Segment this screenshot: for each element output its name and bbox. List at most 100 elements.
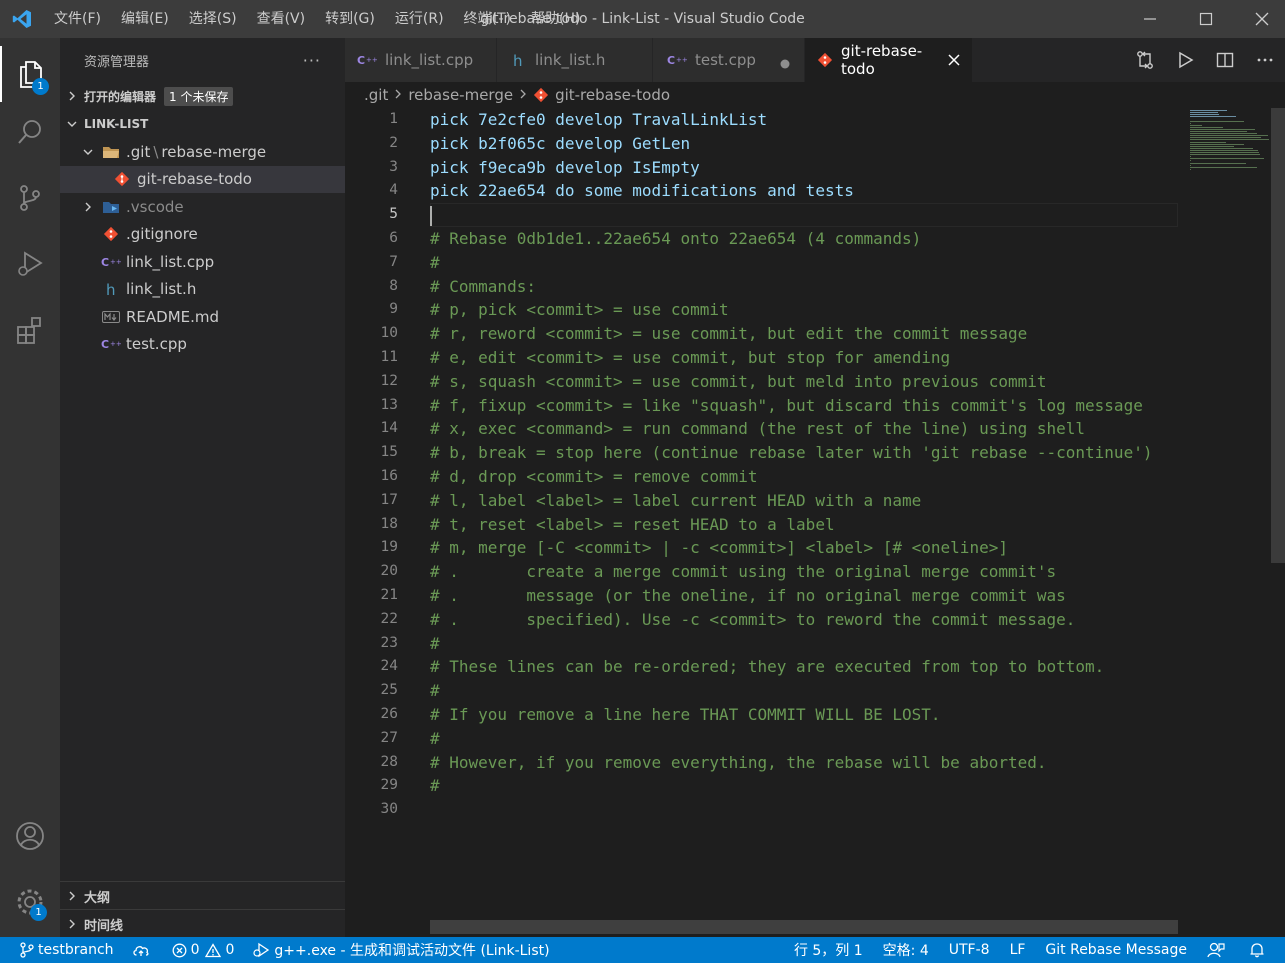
menu-terminal[interactable]: 终端(T) xyxy=(454,0,521,38)
code-line[interactable]: # . specified). Use -c <commit> to rewor… xyxy=(430,608,1180,632)
tree-item-vscode-folder[interactable]: .vscode xyxy=(60,193,345,221)
breadcrumb-item-git[interactable]: .git xyxy=(364,86,388,104)
indentation-status[interactable]: 空格: 4 xyxy=(873,937,939,963)
code-line[interactable]: # f, fixup <commit> = like "squash", but… xyxy=(430,394,1180,418)
code-line[interactable]: # t, reset <label> = reset HEAD to a lab… xyxy=(430,513,1180,537)
line-number: 11 xyxy=(380,348,398,365)
menu-edit[interactable]: 编辑(E) xyxy=(111,0,179,38)
open-editors-section[interactable]: 打开的编辑器 1 个未保存 xyxy=(60,82,345,110)
feedback-button[interactable] xyxy=(1197,937,1239,963)
breadcrumb-item-git-rebase-todo[interactable]: git-rebase-todo xyxy=(555,86,670,104)
code-line[interactable]: # b, break = stop here (continue rebase … xyxy=(430,441,1180,465)
code-line[interactable]: # If you remove a line here THAT COMMIT … xyxy=(430,703,1180,727)
code-line[interactable]: # l, label <label> = label current HEAD … xyxy=(430,489,1180,513)
sync-status[interactable] xyxy=(123,937,163,963)
code-line[interactable]: # r, reword <commit> = use commit, but e… xyxy=(430,322,1180,346)
code-lines[interactable]: pick 7e2cfe0 develop TravalLinkList pick … xyxy=(430,108,1180,822)
code-line[interactable]: # xyxy=(430,727,1180,751)
menu-go[interactable]: 转到(G) xyxy=(315,0,385,38)
line-number: 25 xyxy=(380,682,398,699)
code-line[interactable]: # s, squash <commit> = use commit, but m… xyxy=(430,370,1180,394)
close-window-button[interactable] xyxy=(1239,0,1285,38)
tab-link-list-cpp[interactable]: C ++ link_list.cpp xyxy=(345,38,497,82)
code-line[interactable]: pick f9eca9b develop IsEmpty xyxy=(430,156,1180,180)
tree-item-link-list-h[interactable]: h link_list.h xyxy=(60,276,345,304)
tree-item-link-list-cpp[interactable]: C ++ link_list.cpp xyxy=(60,248,345,276)
minimap-line xyxy=(1190,149,1259,151)
maximize-button[interactable] xyxy=(1183,0,1229,38)
code-line[interactable] xyxy=(430,203,1180,227)
tab-git-rebase-todo[interactable]: git-rebase-todo xyxy=(805,38,973,82)
tab-link-list-h[interactable]: h link_list.h xyxy=(497,38,653,82)
tab-test-cpp[interactable]: C ++ test.cpp xyxy=(653,38,805,82)
outline-section[interactable]: 大纲 xyxy=(60,881,345,910)
problems-status[interactable]: 0 0 xyxy=(163,937,244,963)
accounts-activity-button[interactable] xyxy=(0,808,60,864)
eol-status[interactable]: LF xyxy=(1000,937,1036,963)
code-line[interactable]: # These lines can be re-ordered; they ar… xyxy=(430,655,1180,679)
code-line[interactable]: # x, exec <command> = run command (the r… xyxy=(430,417,1180,441)
code-line[interactable]: # d, drop <commit> = remove commit xyxy=(430,465,1180,489)
source-control-activity-button[interactable] xyxy=(0,170,60,226)
cursor-position[interactable]: 行 5，列 1 xyxy=(784,937,873,963)
code-editor[interactable]: 1 2 3 4 5 6 7 8 9 10 11 12 13 14 15 16 17 18 19 20 21 22 23 24 2… xyxy=(345,108,1285,937)
close-tab-button[interactable] xyxy=(948,54,960,66)
timeline-section[interactable]: 时间线 xyxy=(60,909,345,938)
tree-item-readme[interactable]: README.md xyxy=(60,303,345,331)
breadcrumb-item-rebase-merge[interactable]: rebase-merge xyxy=(408,86,513,104)
run-debug-activity-button[interactable] xyxy=(0,236,60,292)
editor-actions xyxy=(1125,38,1285,82)
code-line[interactable]: pick 22ae654 do some modifications and t… xyxy=(430,179,1180,203)
notifications-button[interactable] xyxy=(1239,937,1285,963)
run-button[interactable] xyxy=(1165,51,1205,69)
minimize-icon xyxy=(1144,18,1156,20)
code-line[interactable]: # Commands: xyxy=(430,275,1180,299)
more-actions-button[interactable] xyxy=(1245,51,1285,69)
build-task-status[interactable]: g++.exe - 生成和调试活动文件 (Link-List) xyxy=(243,937,558,963)
branch-status[interactable]: testbranch xyxy=(0,937,123,963)
explorer-more-button[interactable]: ··· xyxy=(303,51,321,70)
minimize-button[interactable] xyxy=(1127,0,1173,38)
code-line[interactable]: # xyxy=(430,774,1180,798)
code-line[interactable]: # e, edit <commit> = use commit, but sto… xyxy=(430,346,1180,370)
code-line[interactable]: # However, if you remove everything, the… xyxy=(430,751,1180,775)
encoding-status[interactable]: UTF-8 xyxy=(939,937,1000,963)
extensions-activity-button[interactable] xyxy=(0,302,60,358)
search-activity-button[interactable] xyxy=(0,104,60,160)
tree-item-git-rebase-todo[interactable]: git-rebase-todo xyxy=(60,165,345,193)
language-mode[interactable]: Git Rebase Message xyxy=(1035,937,1197,963)
tree-item-test-cpp[interactable]: C ++ test.cpp xyxy=(60,331,345,359)
menu-file[interactable]: 文件(F) xyxy=(44,0,111,38)
code-line[interactable]: # . message (or the oneline, if no origi… xyxy=(430,584,1180,608)
menu-selection[interactable]: 选择(S) xyxy=(179,0,247,38)
tree-item-gitignore[interactable]: .gitignore xyxy=(60,221,345,249)
minimap-line xyxy=(1190,141,1226,143)
open-editors-label: 打开的编辑器 xyxy=(84,89,157,104)
minimap[interactable] xyxy=(1180,108,1285,937)
tree-item-git-folder[interactable]: .git \ rebase-merge xyxy=(60,138,345,166)
code-line[interactable]: # Rebase 0db1de1..22ae654 onto 22ae654 (… xyxy=(430,227,1180,251)
unsaved-dot-icon[interactable] xyxy=(780,55,790,73)
window-controls xyxy=(1117,0,1285,38)
code-line[interactable]: # p, pick <commit> = use commit xyxy=(430,298,1180,322)
menu-view[interactable]: 查看(V) xyxy=(247,0,316,38)
code-line[interactable]: # xyxy=(430,632,1180,656)
code-line[interactable]: # . create a merge commit using the orig… xyxy=(430,560,1180,584)
split-editor-button[interactable] xyxy=(1205,51,1245,69)
code-line[interactable]: pick b2f065c develop GetLen xyxy=(430,132,1180,156)
explorer-activity-button[interactable]: 1 xyxy=(0,46,60,102)
code-line[interactable]: # xyxy=(430,679,1180,703)
menu-bar: 文件(F) 编辑(E) 选择(S) 查看(V) 转到(G) 运行(R) 终端(T… xyxy=(44,0,590,38)
code-line[interactable]: # xyxy=(430,251,1180,275)
menu-run[interactable]: 运行(R) xyxy=(385,0,454,38)
line-number: 22 xyxy=(380,610,398,627)
code-line[interactable]: pick 7e2cfe0 develop TravalLinkList xyxy=(430,108,1180,132)
vertical-scrollbar[interactable] xyxy=(1271,108,1285,563)
code-line[interactable] xyxy=(430,798,1180,822)
open-changes-button[interactable] xyxy=(1125,50,1165,70)
menu-help[interactable]: 帮助(H) xyxy=(521,0,590,38)
horizontal-scrollbar[interactable] xyxy=(430,920,1178,934)
code-line[interactable]: # m, merge [-C <commit> | -c <commit>] <… xyxy=(430,536,1180,560)
project-section[interactable]: LINK-LIST xyxy=(60,110,345,138)
manage-activity-button[interactable]: 1 xyxy=(0,874,60,930)
